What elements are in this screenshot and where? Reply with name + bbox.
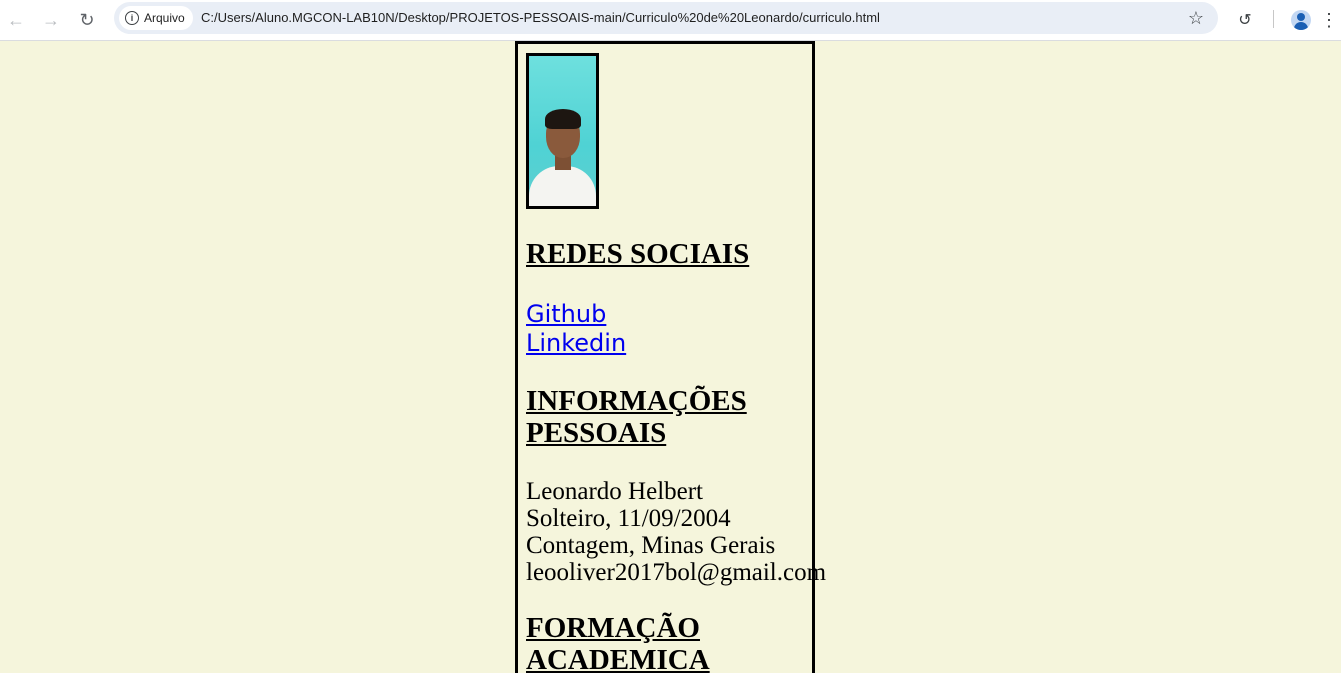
resume-container: REDES SOCIAIS Github Linkedin INFORMAÇÕE… <box>515 41 827 673</box>
arrow-left-icon: ← <box>7 9 25 30</box>
toolbar-divider <box>1273 10 1274 28</box>
personal-info: Leonardo Helbert Solteiro, 11/09/2004 Co… <box>526 478 827 586</box>
site-info-label: Arquivo <box>144 11 185 25</box>
education-heading-line2: ACADEMICA <box>526 644 710 673</box>
profile-icon <box>1291 10 1311 30</box>
menu-button[interactable]: ⋮ <box>1315 6 1341 34</box>
info-location: Contagem, Minas Gerais <box>526 532 776 559</box>
info-email: leooliver2017bol@gmail.com <box>526 559 827 586</box>
bookmark-button[interactable]: ☆ <box>1188 2 1204 34</box>
education-heading-line1: FORMAÇÃO <box>526 612 700 644</box>
linkedin-link[interactable]: Linkedin <box>526 329 812 358</box>
social-heading: REDES SOCIAIS <box>526 238 750 270</box>
star-icon: ☆ <box>1187 8 1204 28</box>
url-text[interactable]: C:/Users/Aluno.MGCON-LAB10N/Desktop/PROJ… <box>201 2 880 34</box>
education-heading: FORMAÇÃO ACADEMICA <box>526 612 812 673</box>
address-bar[interactable]: i Arquivo C:/Users/Aluno.MGCON-LAB10N/De… <box>114 2 1218 34</box>
page-content: REDES SOCIAIS Github Linkedin INFORMAÇÕE… <box>0 41 1341 673</box>
personal-info-heading: INFORMAÇÕES PESSOAIS <box>526 385 812 449</box>
info-icon: i <box>125 11 139 25</box>
reload-icon: ↻ <box>79 9 95 30</box>
info-status-birthdate: Solteiro, 11/09/2004 <box>526 505 731 532</box>
kebab-menu-icon: ⋮ <box>1320 9 1338 30</box>
profile-photo <box>526 53 599 209</box>
forward-button[interactable]: → <box>37 6 65 34</box>
personal-heading-line2: PESSOAIS <box>526 417 667 449</box>
browser-toolbar: ← → ↻ i Arquivo C:/Users/Aluno.MGCON-LAB… <box>0 0 1341 41</box>
profile-button[interactable] <box>1287 6 1315 34</box>
social-links: Github Linkedin <box>526 300 812 358</box>
site-info-chip[interactable]: i Arquivo <box>119 6 193 30</box>
history-button[interactable]: ↺ <box>1231 6 1259 34</box>
personal-heading-line1: INFORMAÇÕES <box>526 385 747 417</box>
arrow-right-icon: → <box>42 9 60 30</box>
reload-button[interactable]: ↻ <box>73 6 101 34</box>
github-link[interactable]: Github <box>526 300 812 329</box>
history-icon: ↺ <box>1238 12 1252 29</box>
info-name: Leonardo Helbert <box>526 478 704 505</box>
back-button[interactable]: ← <box>2 6 30 34</box>
